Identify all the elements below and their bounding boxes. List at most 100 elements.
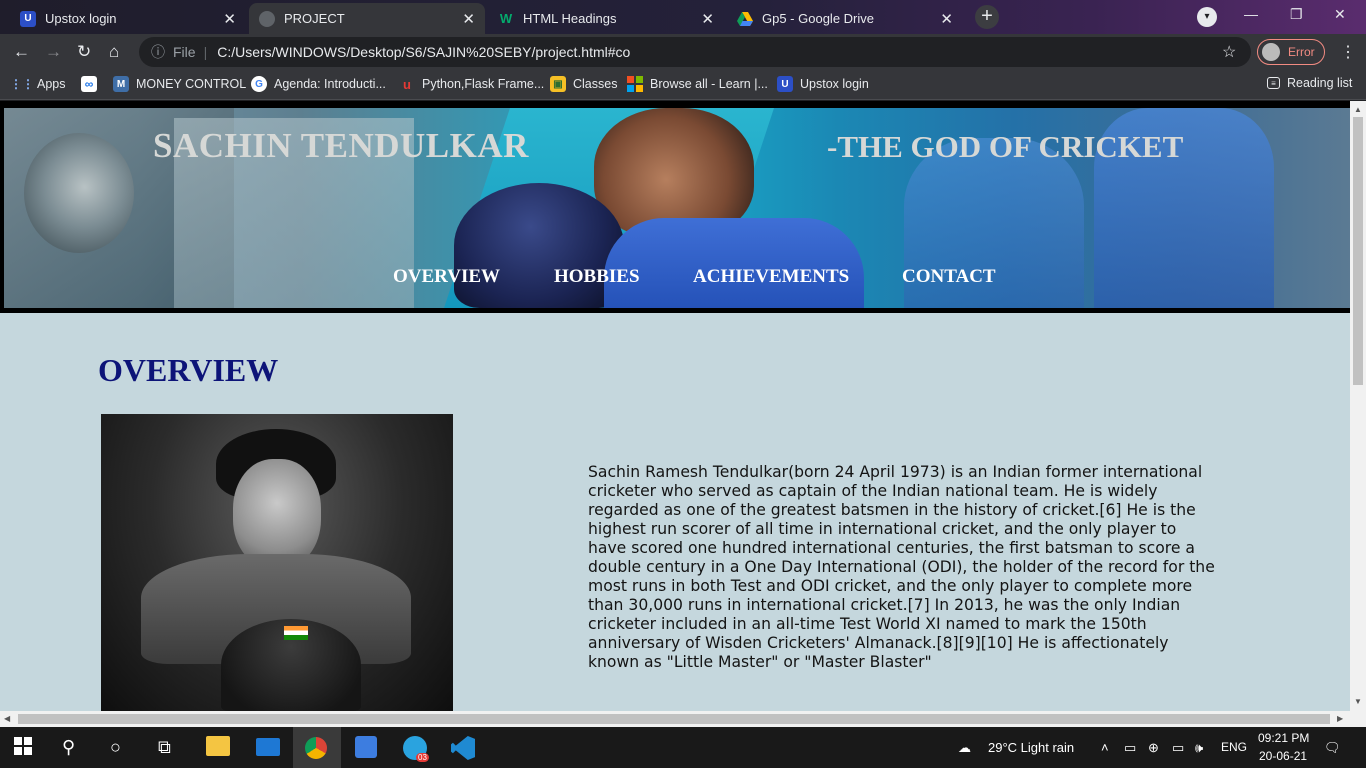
clock-time[interactable]: 09:21 PM [1258,731,1309,745]
money-control-icon: M [113,76,129,92]
forward-icon[interactable]: → [45,42,62,62]
vertical-scrollbar[interactable]: ▲ ▼ [1350,101,1366,711]
classroom-icon: ▣ [550,76,566,92]
bookmark-agenda[interactable]: G Agenda: Introducti... [251,76,386,92]
udemy-icon: u [403,76,411,92]
scroll-thumb[interactable] [18,714,1330,724]
tab-google-drive[interactable]: Gp5 - Google Drive ✕ [727,3,963,34]
upstox-icon: U [20,10,36,27]
nav-contact[interactable]: CONTACT [902,266,996,288]
close-tab-icon[interactable]: ✕ [701,10,714,28]
search-icon[interactable]: ⚲ [62,737,75,758]
tab-title: HTML Headings [523,11,617,26]
tab-html-headings[interactable]: W HTML Headings ✕ [488,3,724,34]
weather-icon[interactable]: ☁ [958,740,971,756]
tab-title: PROJECT [284,11,345,26]
task-view-icon[interactable]: ⧉ [158,737,171,758]
scroll-left-icon[interactable]: ◀ [4,714,10,723]
reading-list-icon: ≡ [1267,77,1280,89]
volume-icon[interactable]: 🕪 [1195,740,1203,756]
hero-banner: SACHIN TENDULKAR -THE GOD OF CRICKET OVE… [4,108,1350,308]
battery-icon[interactable]: ▭ [1172,740,1184,756]
scroll-right-icon[interactable]: ▶ [1337,714,1343,723]
bookmark-label: Classes [573,77,618,91]
profile-status: Error [1288,45,1315,59]
file-explorer-icon[interactable] [206,736,230,756]
language-indicator[interactable]: ENG [1221,740,1247,754]
site-header: SACHIN TENDULKAR -THE GOD OF CRICKET OVE… [0,101,1350,313]
home-icon[interactable]: ⌂ [109,42,119,62]
back-icon[interactable]: ← [13,42,30,62]
nav-hobbies[interactable]: HOBBIES [554,266,640,288]
horizontal-scrollbar[interactable]: ◀ ▶ [0,711,1366,727]
clock-date[interactable]: 20-06-21 [1259,749,1307,763]
close-window-icon[interactable]: ✕ [1334,6,1346,23]
mail-icon[interactable] [256,738,280,756]
store-icon[interactable] [355,736,377,758]
close-tab-icon[interactable]: ✕ [940,10,953,28]
close-tab-icon[interactable]: ✕ [462,10,475,28]
bookmark-label: Python,Flask Frame... [422,77,545,91]
close-tab-icon[interactable]: ✕ [223,10,236,28]
google-icon: G [251,76,267,92]
show-hidden-icons[interactable]: ˄ [1101,740,1109,755]
chrome-icon [305,737,327,759]
apps-grid-icon: ⋮⋮ [10,77,34,91]
tab-project[interactable]: PROJECT ✕ [249,3,485,34]
nav-overview[interactable]: OVERVIEW [393,266,500,288]
scroll-down-icon[interactable]: ▼ [1354,697,1362,706]
bookmark-upstox-login[interactable]: U Upstox login [777,76,869,92]
bookmark-infinity[interactable]: ∞ [81,76,104,92]
tab-upstox-login[interactable]: U Upstox login ✕ [10,3,246,34]
tab-strip: U Upstox login ✕ PROJECT ✕ W HTML Headin… [0,0,1366,34]
telegram-badge: 03 [416,753,429,762]
tab-search-icon[interactable]: ▾ [1197,7,1217,27]
reading-list-button[interactable]: ≡ Reading list [1267,76,1352,90]
network-icon[interactable]: ▭ [1124,740,1136,756]
bookmark-label: Upstox login [800,77,869,91]
globe-icon[interactable]: ⊕ [1148,740,1159,756]
menu-icon[interactable]: ⋮ [1340,42,1356,62]
profile-button[interactable]: Error [1257,39,1325,65]
bookmark-apps[interactable]: ⋮⋮ Apps [10,76,66,92]
face [233,459,321,569]
cortana-icon[interactable]: ○ [110,737,121,758]
scroll-thumb[interactable] [1353,117,1363,385]
address-bar[interactable]: ⓘ File | C:/Users/WINDOWS/Desktop/S6/SAJ… [139,37,1251,67]
globe-icon [259,10,275,27]
nav-achievements[interactable]: ACHIEVEMENTS [693,266,849,288]
reading-list-label: Reading list [1287,76,1353,90]
w3schools-icon: W [499,11,513,26]
chrome-taskbar-active[interactable] [293,727,341,768]
google-drive-icon [737,11,753,27]
bookmark-classes[interactable]: ▣ Classes [550,76,617,92]
divider: | [203,44,208,60]
new-tab-button[interactable]: + [975,5,999,29]
page-viewport: SACHIN TENDULKAR -THE GOD OF CRICKET OVE… [0,101,1350,711]
banner-tagline: -THE GOD OF CRICKET [827,129,1184,164]
indian-flag-icon [284,626,308,640]
url-text[interactable]: C:/Users/WINDOWS/Desktop/S6/SAJIN%20SEBY… [217,44,630,60]
bookmark-money-control[interactable]: M MONEY CONTROL [113,76,246,92]
start-button[interactable] [14,737,32,760]
scheme-label: File [173,44,196,60]
minimize-icon[interactable]: — [1244,6,1258,22]
infinity-icon: ∞ [81,76,97,92]
bookmarks-bar: ⋮⋮ Apps ∞ M MONEY CONTROL G Agenda: Intr… [0,70,1366,100]
scroll-up-icon[interactable]: ▲ [1354,105,1362,114]
notifications-icon[interactable]: 🗨 [1324,740,1341,756]
bookmark-python-flask[interactable]: u Python,Flask Frame... [399,76,544,92]
tab-title: Upstox login [45,11,117,26]
weather-text[interactable]: 29°C Light rain [988,740,1074,755]
profile-photo [101,414,453,711]
bookmark-browse-all[interactable]: Browse all - Learn |... [627,76,768,92]
restore-icon[interactable]: ❐ [1290,6,1303,23]
reload-icon[interactable]: ↻ [77,42,91,62]
bookmark-star-icon[interactable]: ☆ [1222,42,1236,62]
site-info-icon[interactable]: ⓘ [151,42,165,62]
bookmark-label: Apps [37,77,66,91]
bookmark-label: Agenda: Introducti... [274,77,386,91]
child-portrait [24,133,134,253]
section-title-overview: OVERVIEW [98,352,279,388]
vscode-icon[interactable] [451,736,475,760]
